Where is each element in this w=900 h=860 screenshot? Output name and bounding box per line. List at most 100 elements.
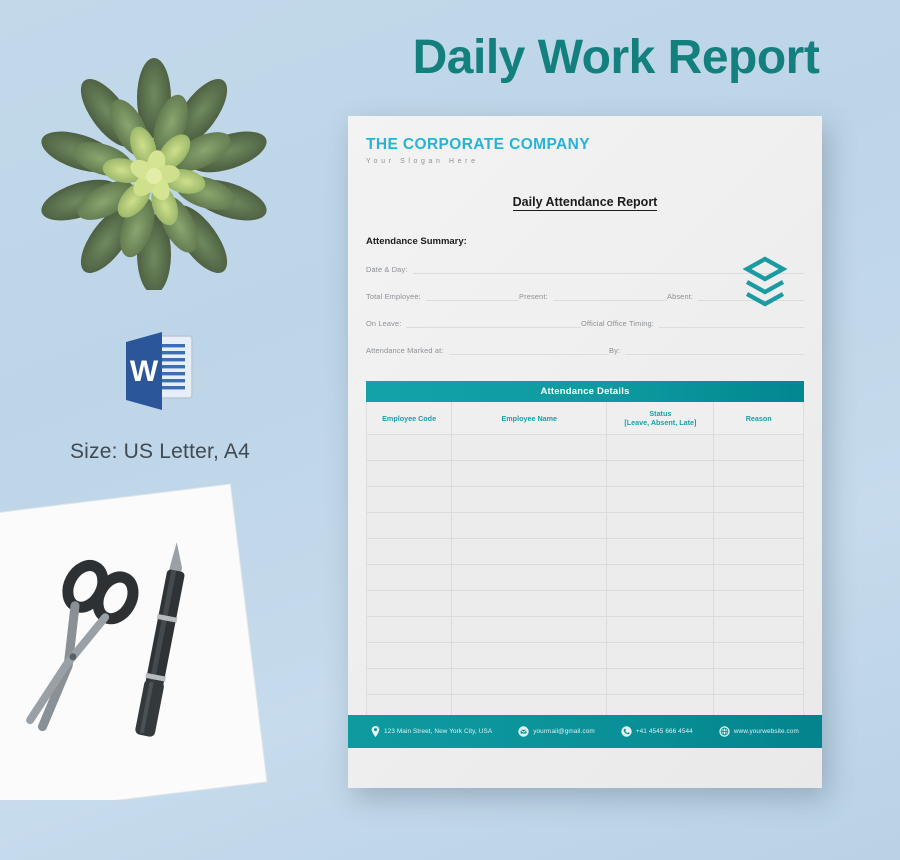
table-cell[interactable] [713,434,804,461]
svg-text:W: W [130,355,159,388]
column-header-status-sub: [Leave, Absent, Late] [624,418,697,427]
table-header-row: Employee Code Employee Name Status [Leav… [365,402,804,435]
footer-phone-item[interactable]: +41 4545 666 4544 [621,726,693,737]
table-cell[interactable] [606,512,715,539]
table-cell[interactable] [451,434,608,461]
field-label: Date & Day: [366,265,408,274]
field-row: Attendance Marked at: By: [366,345,804,355]
table-cell[interactable] [713,590,804,617]
table-cell[interactable] [606,564,715,591]
field-input-line[interactable] [552,291,667,301]
field-present[interactable]: Present: [519,291,667,301]
table-body [365,434,804,747]
table-cell[interactable] [451,668,608,695]
location-pin-icon [371,726,380,737]
globe-icon [719,726,730,737]
table-row[interactable] [365,434,804,461]
field-official-office-timing[interactable]: Official Office Timing: [581,318,804,328]
table-cell[interactable] [606,668,715,695]
field-attendance-marked-at[interactable]: Attendance Marked at: [366,345,609,355]
table-cell[interactable] [713,616,804,643]
table-cell[interactable] [606,616,715,643]
table-cell[interactable] [451,512,608,539]
footer-phone: +41 4545 666 4544 [635,728,693,735]
document-title: Daily Attendance Report [366,195,804,211]
footer-address-item[interactable]: 123 Main Street, New York City, USA [371,726,492,737]
table-row[interactable] [365,564,804,591]
poster-canvas: W Size: US Letter, A4 Daily Work Report … [0,0,900,860]
table-cell[interactable] [365,590,453,617]
field-on-leave[interactable]: On Leave: [366,318,581,328]
table-cell[interactable] [606,434,715,461]
column-header-employee-name: Employee Name [451,402,608,435]
field-label: On Leave: [366,319,402,328]
table-cell[interactable] [365,668,453,695]
table-cell[interactable] [713,642,804,669]
table-cell[interactable] [365,564,453,591]
brand-block: THE CORPORATE COMPANY Your Slogan Here [366,116,804,165]
field-by[interactable]: By: [609,345,804,355]
paper-scissors-pen-photo [0,470,290,800]
document-footer: 123 Main Street, New York City, USA your… [348,715,822,748]
field-total-employee[interactable]: Total Employee: [366,291,519,301]
table-cell[interactable] [713,486,804,513]
table-cell[interactable] [713,668,804,695]
succulent-plant-photo [38,58,270,290]
table-cell[interactable] [365,486,453,513]
table-cell[interactable] [365,434,453,461]
field-input-line[interactable] [406,318,581,328]
table-banner: Attendance Details [366,381,804,402]
footer-website-item[interactable]: www.yourwebsite.com [719,726,799,737]
table-row[interactable] [365,642,804,669]
table-cell[interactable] [365,460,453,487]
table-row[interactable] [365,460,804,487]
brand-name: THE CORPORATE COMPANY [366,136,590,153]
page-title: Daily Work Report [412,31,820,84]
table-cell[interactable] [606,460,715,487]
table-cell[interactable] [713,512,804,539]
footer-email: yourmail@gmail.com [533,728,595,735]
table-cell[interactable] [365,642,453,669]
footer-website: www.yourwebsite.com [733,728,799,735]
stacked-layers-hexagon-logo [736,252,794,314]
field-input-line[interactable] [448,345,609,355]
table-cell[interactable] [451,486,608,513]
table-row[interactable] [365,512,804,539]
table-cell[interactable] [606,590,715,617]
field-input-line[interactable] [425,291,519,301]
table-cell[interactable] [451,460,608,487]
table-cell[interactable] [451,642,608,669]
table-cell[interactable] [451,590,608,617]
field-input-line[interactable] [625,345,804,355]
table-row[interactable] [365,538,804,565]
table-row[interactable] [365,590,804,617]
table-cell[interactable] [713,460,804,487]
field-label: Official Office Timing: [581,319,654,328]
table-cell[interactable] [713,564,804,591]
field-label: Total Employee: [366,292,421,301]
field-label: By: [609,346,621,355]
field-row: On Leave: Official Office Timing: [366,318,804,328]
summary-heading: Attendance Summary: [366,236,467,247]
table-row[interactable] [365,486,804,513]
field-label: Attendance Marked at: [366,346,444,355]
table-cell[interactable] [606,486,715,513]
column-header-reason: Reason [713,402,804,435]
table-cell[interactable] [365,512,453,539]
table-cell[interactable] [451,616,608,643]
table-cell[interactable] [451,538,608,565]
table-cell[interactable] [713,538,804,565]
table-cell[interactable] [365,538,453,565]
table-cell[interactable] [606,642,715,669]
table-row[interactable] [365,616,804,643]
table-cell[interactable] [606,538,715,565]
attendance-details-table: Attendance Details Employee Code Employe… [365,381,804,747]
table-cell[interactable] [451,564,608,591]
footer-email-item[interactable]: yourmail@gmail.com [518,726,595,737]
footer-address: 123 Main Street, New York City, USA [384,728,493,735]
table-row[interactable] [365,668,804,695]
field-input-line[interactable] [659,318,804,328]
field-label: Present: [519,292,548,301]
table-cell[interactable] [365,616,453,643]
column-header-employee-code: Employee Code [365,402,453,435]
